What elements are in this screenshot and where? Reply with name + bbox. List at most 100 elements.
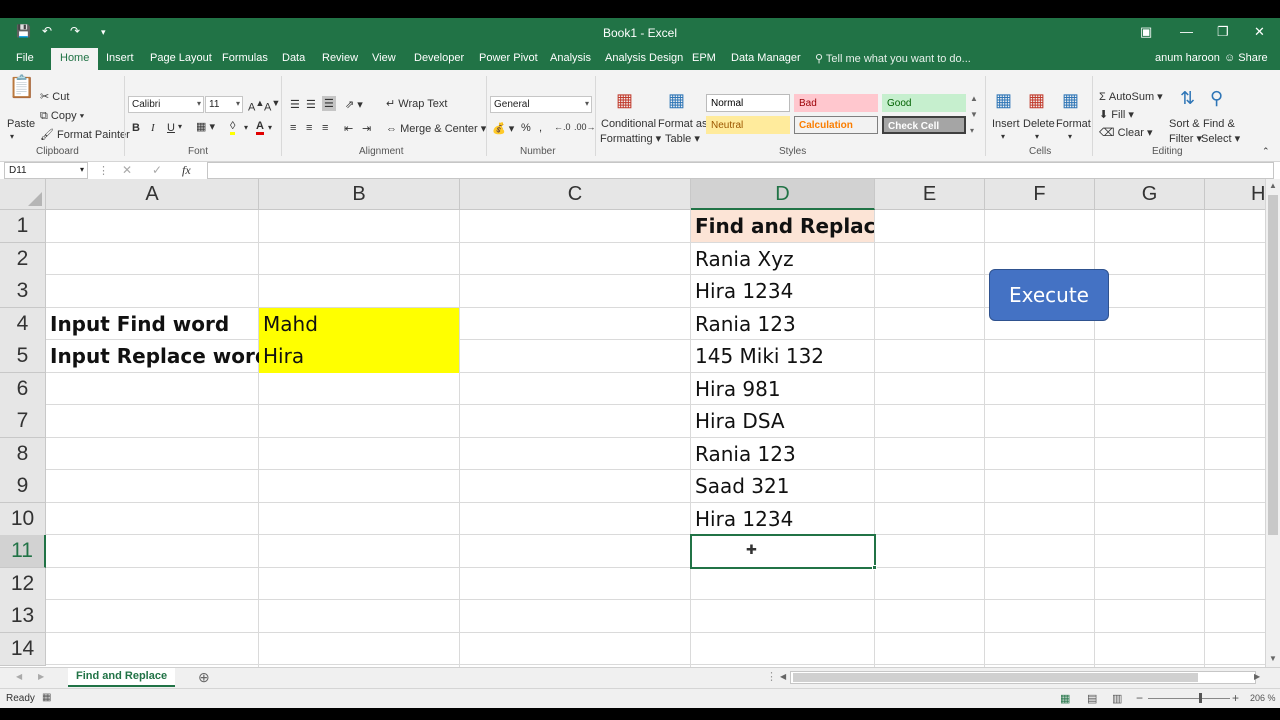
- zoom-slider-thumb[interactable]: [1199, 693, 1202, 703]
- find-select-label-1[interactable]: Find &: [1203, 118, 1235, 130]
- column-header-a[interactable]: A: [46, 179, 259, 210]
- style-calculation[interactable]: Calculation: [794, 116, 878, 134]
- format-dropdown-icon[interactable]: ▾: [1068, 132, 1072, 141]
- align-top-icon[interactable]: ☰: [290, 98, 300, 111]
- zoom-in-icon[interactable]: +: [1232, 691, 1239, 705]
- cell-a4[interactable]: Input Find word: [46, 308, 259, 340]
- collapse-ribbon-icon[interactable]: ⌃: [1262, 146, 1270, 157]
- tab-data[interactable]: Data: [282, 52, 305, 64]
- column-header-c[interactable]: C: [460, 179, 691, 210]
- tell-me-search[interactable]: ⚲ Tell me what you want to do...: [815, 52, 971, 65]
- font-size-dropdown[interactable]: 11 ▾: [205, 96, 243, 113]
- row-header-11[interactable]: 11: [0, 535, 46, 568]
- tab-power-pivot[interactable]: Power Pivot: [479, 52, 538, 64]
- vertical-scroll-thumb[interactable]: [1268, 195, 1278, 535]
- scroll-left-icon[interactable]: ◀: [780, 672, 786, 681]
- ribbon-display-options-icon[interactable]: ▣: [1140, 24, 1152, 40]
- minimize-icon[interactable]: —: [1180, 24, 1193, 39]
- styles-more-icon[interactable]: ▾: [970, 126, 974, 135]
- delete-cells-icon[interactable]: ▦: [1028, 90, 1045, 111]
- tab-insert[interactable]: Insert: [106, 52, 134, 64]
- formula-bar-more-icon[interactable]: ⋮: [98, 164, 109, 177]
- insert-dropdown-icon[interactable]: ▾: [1001, 132, 1005, 141]
- cell-b5[interactable]: Hira: [259, 340, 459, 373]
- increase-indent-icon[interactable]: ⇥: [362, 122, 371, 135]
- tab-analysis[interactable]: Analysis: [550, 52, 591, 64]
- paste-dropdown-icon[interactable]: ▾: [10, 132, 14, 141]
- align-middle-icon[interactable]: ☰: [306, 98, 316, 111]
- name-box-dropdown-icon[interactable]: ▾: [80, 165, 84, 174]
- name-box[interactable]: D11 ▾: [4, 162, 88, 179]
- formula-input[interactable]: [207, 162, 1274, 179]
- row-header-12[interactable]: 12: [0, 568, 46, 601]
- zoom-level[interactable]: 206 %: [1250, 693, 1276, 703]
- cell-d5[interactable]: 145 Miki 132: [691, 340, 874, 372]
- increase-decimal-icon[interactable]: ←.0: [554, 122, 571, 132]
- decrease-decimal-icon[interactable]: .00→: [574, 122, 596, 132]
- prev-sheet-icon[interactable]: ◀: [16, 672, 22, 681]
- styles-scroll-up-icon[interactable]: ▲: [970, 94, 978, 103]
- horizontal-scroll-thumb[interactable]: [793, 673, 1198, 682]
- comma-style-icon[interactable]: ,: [539, 122, 542, 134]
- bold-button[interactable]: B: [132, 122, 140, 134]
- fill-color-dropdown-icon[interactable]: ▾: [244, 123, 248, 132]
- cell-d4[interactable]: Rania 123: [691, 308, 874, 340]
- cell-b4[interactable]: Mahd: [259, 308, 459, 340]
- style-normal[interactable]: Normal: [706, 94, 790, 112]
- row-header-4[interactable]: 4: [0, 308, 46, 341]
- tab-developer[interactable]: Developer: [414, 52, 464, 64]
- column-header-e[interactable]: E: [875, 179, 985, 210]
- zoom-out-icon[interactable]: −: [1136, 691, 1143, 705]
- cell-a5[interactable]: Input Replace word: [46, 340, 259, 372]
- autosum-button[interactable]: Σ AutoSum ▾: [1099, 90, 1163, 103]
- maximize-icon[interactable]: ❐: [1217, 24, 1229, 40]
- execute-button[interactable]: Execute: [989, 269, 1109, 321]
- style-check-cell[interactable]: Check Cell: [882, 116, 966, 134]
- fill-handle[interactable]: [872, 565, 877, 570]
- decrease-indent-icon[interactable]: ⇤: [344, 122, 353, 135]
- styles-scroll-down-icon[interactable]: ▼: [970, 110, 978, 119]
- align-center-icon[interactable]: ≡: [306, 122, 312, 134]
- cell-d10[interactable]: Hira 1234: [691, 503, 874, 535]
- tab-view[interactable]: View: [372, 52, 396, 64]
- wrap-text-button[interactable]: ↵ Wrap Text: [386, 97, 447, 110]
- align-right-icon[interactable]: ≡: [322, 122, 328, 134]
- row-header-9[interactable]: 9: [0, 470, 46, 503]
- page-layout-view-icon[interactable]: ▤: [1087, 692, 1097, 705]
- sort-filter-label-1[interactable]: Sort &: [1169, 118, 1200, 130]
- row-header-14[interactable]: 14: [0, 633, 46, 666]
- cell-d9[interactable]: Saad 321: [691, 470, 874, 502]
- paste-button[interactable]: Paste: [7, 118, 35, 130]
- tab-review[interactable]: Review: [322, 52, 358, 64]
- cancel-entry-icon[interactable]: ✕: [122, 163, 132, 177]
- cell-d7[interactable]: Hira DSA: [691, 405, 874, 437]
- borders-icon[interactable]: ▦ ▾: [196, 120, 215, 133]
- fill-color-icon[interactable]: ◊: [230, 120, 236, 135]
- find-select-icon[interactable]: ⚲: [1210, 88, 1223, 109]
- normal-view-icon[interactable]: ▦: [1060, 692, 1070, 705]
- find-select-label-2[interactable]: Select ▾: [1201, 132, 1240, 145]
- user-name[interactable]: anum haroon: [1155, 52, 1220, 64]
- conditional-formatting-label-2[interactable]: Formatting ▾: [600, 132, 661, 145]
- style-neutral[interactable]: Neutral: [706, 116, 790, 134]
- cell-d6[interactable]: Hira 981: [691, 373, 874, 405]
- style-bad[interactable]: Bad: [794, 94, 878, 112]
- underline-button[interactable]: U: [167, 122, 175, 134]
- currency-icon[interactable]: 💰 ▾: [492, 122, 514, 135]
- tab-data-manager[interactable]: Data Manager: [731, 52, 801, 64]
- selected-cell-d11[interactable]: [690, 534, 876, 569]
- conditional-formatting-label-1[interactable]: Conditional: [601, 118, 656, 130]
- row-header-7[interactable]: 7: [0, 405, 46, 438]
- scroll-up-icon[interactable]: ▲: [1269, 181, 1277, 190]
- select-all-corner[interactable]: [0, 179, 46, 210]
- align-left-icon[interactable]: ≡: [290, 122, 296, 134]
- row-header-10[interactable]: 10: [0, 503, 46, 536]
- merge-center-button[interactable]: ⇔ Merge & Center ▾: [386, 122, 486, 135]
- decrease-font-icon[interactable]: A▼: [264, 98, 280, 114]
- share-button[interactable]: ☺ Share: [1224, 52, 1268, 64]
- close-icon[interactable]: ✕: [1254, 24, 1265, 40]
- increase-font-icon[interactable]: A▲: [248, 98, 264, 114]
- delete-cells-button[interactable]: Delete: [1023, 118, 1055, 130]
- tab-formulas[interactable]: Formulas: [222, 52, 268, 64]
- conditional-formatting-icon[interactable]: ▦: [616, 90, 633, 111]
